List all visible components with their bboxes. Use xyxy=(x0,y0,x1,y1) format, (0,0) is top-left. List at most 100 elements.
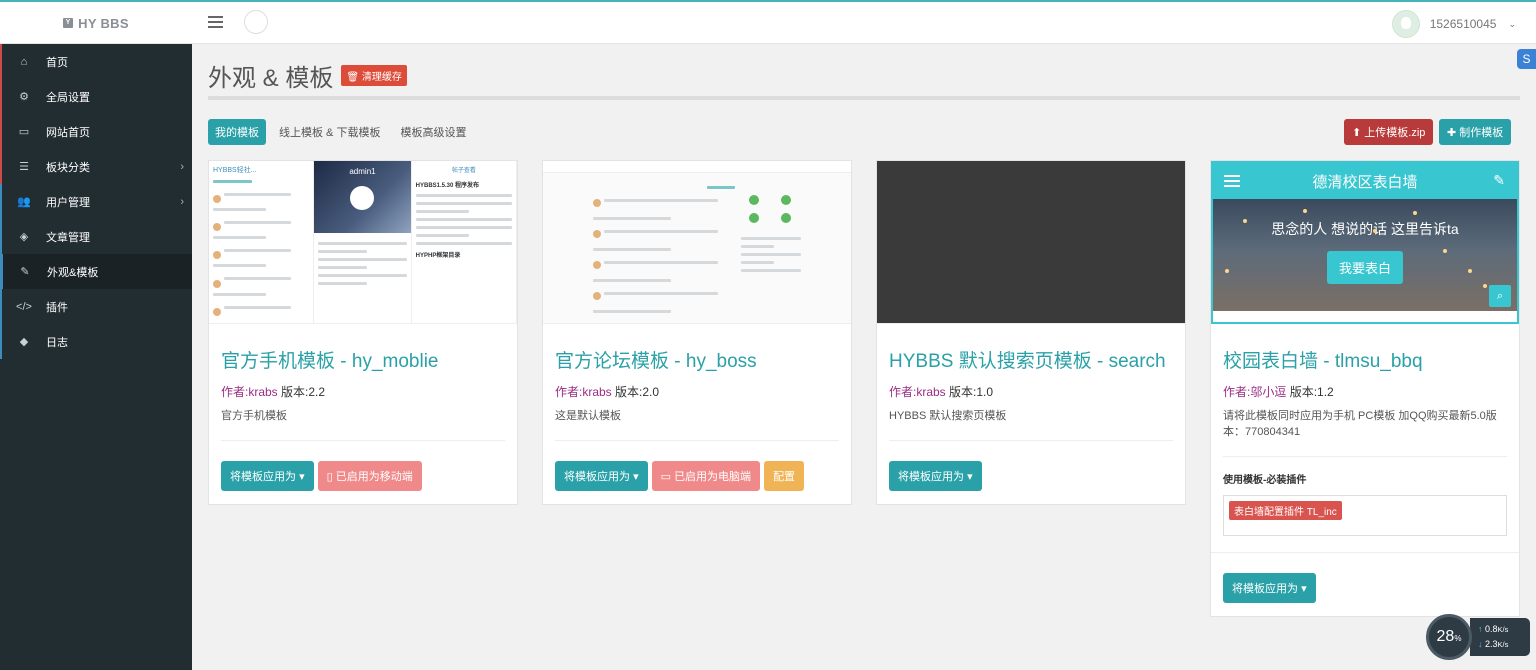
sidebar-item-label: 网站首页 xyxy=(46,126,90,139)
template-author: 作者:邬小逗 xyxy=(1223,385,1287,399)
template-thumbnail: HYBBS轻社... admin1 帖子查看 HYBBS1.5.30 程序发布 … xyxy=(209,161,517,324)
sidebar-item-categories[interactable]: ☰ 板块分类 › xyxy=(0,149,192,184)
chevron-down-icon: ⌄ xyxy=(1508,18,1516,29)
extension-badge-icon[interactable]: S xyxy=(1517,49,1536,69)
sidebar-item-articles[interactable]: ◈ 文章管理 xyxy=(0,219,192,254)
download-speed: 2.3 xyxy=(1485,639,1498,649)
chevron-right-icon: › xyxy=(180,160,184,173)
sidebar-item-home[interactable]: ⌂ 首页 xyxy=(0,44,192,79)
required-plugins-title: 使用模板-必装插件 xyxy=(1223,475,1307,486)
sidebar-item-users[interactable]: 👥 用户管理 › xyxy=(0,184,192,219)
template-card: 官方论坛模板 - hy_boss 作者:krabs 版本:2.0 这是默认模板 … xyxy=(542,160,852,505)
sidebar-item-site-home[interactable]: ▭ 网站首页 xyxy=(0,114,192,149)
speed-readout: ↑ 0.8K/s ↓ 2.3K/s xyxy=(1470,618,1530,656)
tab-advanced-settings[interactable]: 模板高级设置 xyxy=(393,119,473,145)
enabled-desktop-button[interactable]: ▭ 已启用为电脑端 xyxy=(651,461,761,491)
template-card: HYBBS轻社... admin1 帖子查看 HYBBS1.5.30 程序发布 … xyxy=(208,160,518,505)
home-icon: ⌂ xyxy=(20,55,28,68)
upload-template-button[interactable]: ⬆ 上传模板.zip xyxy=(1344,119,1434,145)
template-tabs: 我的模板 线上模板 & 下载模板 模板高级设置 xyxy=(208,119,473,145)
circle-button[interactable] xyxy=(244,10,268,34)
mock-user-name: admin1 xyxy=(349,167,376,176)
apply-template-button[interactable]: 将模板应用为 ▾ xyxy=(221,461,314,491)
cpu-percent: 28 xyxy=(1436,628,1455,645)
sidebar-item-logs[interactable]: ◆ 日志 xyxy=(0,324,192,359)
monitor-icon: ▭ xyxy=(18,126,30,138)
tags-icon: ◈ xyxy=(19,231,29,243)
template-description: 官方手机模板 xyxy=(221,408,505,441)
download-unit: K/s xyxy=(1497,640,1509,649)
template-title[interactable]: 官方论坛模板 - hy_boss xyxy=(555,346,839,373)
upload-unit: K/s xyxy=(1497,625,1509,634)
template-version: 版本:1.2 xyxy=(1289,385,1334,399)
edit-icon: ✎ xyxy=(1493,172,1505,188)
apply-template-label: 将模板应用为 xyxy=(898,471,964,483)
required-plugins-box: 表白墙配置插件 TL_inc xyxy=(1223,495,1507,536)
search-icon: ⌕ xyxy=(1489,285,1511,307)
brand-logo[interactable]: Y HY BBS xyxy=(0,2,192,44)
tab-my-templates[interactable]: 我的模板 xyxy=(208,119,266,145)
code-icon: </> xyxy=(16,300,32,313)
template-title[interactable]: 校园表白墙 - tlmsu_bbq xyxy=(1223,346,1507,373)
caret-down-icon: ▾ xyxy=(633,471,639,483)
sidebar-item-global-settings[interactable]: ⚙ 全局设置 xyxy=(0,79,192,114)
users-icon: 👥 xyxy=(17,196,31,208)
template-title[interactable]: 官方手机模板 - hy_moblie xyxy=(221,346,505,373)
apply-template-label: 将模板应用为 xyxy=(564,471,630,483)
template-version: 版本:2.2 xyxy=(281,385,326,399)
sidebar-item-appearance[interactable]: ✎ 外观&模板 xyxy=(0,254,192,289)
tab-online-templates[interactable]: 线上模板 & 下载模板 xyxy=(272,119,387,145)
template-card: HYBBS 默认搜索页模板 - search 作者:krabs 版本:1.0 H… xyxy=(876,160,1186,505)
download-arrow-icon: ↓ xyxy=(1478,639,1483,649)
monitor-icon: ▭ xyxy=(660,471,671,483)
menu-toggle-icon[interactable] xyxy=(208,16,223,29)
sidebar-item-plugins[interactable]: </> 插件 xyxy=(0,289,192,324)
upload-icon: ⬆ xyxy=(1352,127,1362,139)
status-label: 已启用为移动端 xyxy=(335,471,413,483)
template-thumbnail: 德清校区表白墙 ✎ 思念的人 想说的话 这里告诉ta 我要表白 ⌕ xyxy=(1211,161,1519,324)
sidebar-item-label: 外观&模板 xyxy=(47,266,99,279)
sidebar-item-label: 全局设置 xyxy=(46,91,90,104)
upload-speed: 0.8 xyxy=(1485,624,1498,634)
config-button[interactable]: 配置 xyxy=(764,461,805,491)
list-icon: ☰ xyxy=(19,161,29,173)
template-description: HYBBS 默认搜索页模板 xyxy=(889,408,1173,441)
upload-arrow-icon: ↑ xyxy=(1478,624,1483,634)
apply-template-button[interactable]: 将模板应用为 ▾ xyxy=(1223,573,1316,603)
mock-mobile-header: HYBBS轻社... xyxy=(213,167,257,174)
mock-right-title: 帖子查看 xyxy=(451,168,476,174)
mobile-icon: ▯ xyxy=(326,471,333,483)
header-divider xyxy=(208,96,1520,100)
mock-bottom-title: HYPHP框架目录 xyxy=(415,253,461,259)
caret-down-icon: ▾ xyxy=(299,471,305,483)
sidebar-item-label: 插件 xyxy=(46,301,68,314)
make-template-label: 制作模板 xyxy=(1459,127,1504,139)
brand-name: HY BBS xyxy=(78,15,129,31)
gear-icon: ⚙ xyxy=(19,91,29,103)
make-template-button[interactable]: ✚ 制作模板 xyxy=(1439,119,1512,145)
user-menu[interactable]: 1526510045 ⌄ xyxy=(1391,10,1516,38)
template-version: 版本:2.0 xyxy=(615,385,660,399)
cube-icon: ◆ xyxy=(19,336,29,348)
apply-template-label: 将模板应用为 xyxy=(1232,583,1298,595)
template-thumbnail xyxy=(877,161,1185,324)
apply-template-button[interactable]: 将模板应用为 ▾ xyxy=(889,461,982,491)
brush-icon: ✎ xyxy=(20,266,30,278)
plus-icon: ✚ xyxy=(1447,127,1457,139)
cpu-usage-circle[interactable]: 28% xyxy=(1426,614,1472,660)
apply-template-button[interactable]: 将模板应用为 ▾ xyxy=(555,461,648,491)
trash-icon: 🗑 xyxy=(346,72,360,83)
template-card: 德清校区表白墙 ✎ 思念的人 想说的话 这里告诉ta 我要表白 ⌕ 校园表白墙 … xyxy=(1210,160,1520,617)
sidebar-item-label: 文章管理 xyxy=(46,231,90,244)
template-author: 作者:krabs xyxy=(555,385,612,399)
clear-cache-button[interactable]: 🗑 清理缓存 xyxy=(341,65,407,86)
network-speed-widget: ↑ 0.8K/s ↓ 2.3K/s 28% xyxy=(1426,614,1530,660)
sidebar-item-label: 板块分类 xyxy=(46,161,90,174)
plugin-tag[interactable]: 表白墙配置插件 TL_inc xyxy=(1229,501,1342,520)
template-title[interactable]: HYBBS 默认搜索页模板 - search xyxy=(889,346,1173,373)
page-header: 外观 & 模板 🗑 清理缓存 xyxy=(208,58,407,93)
apply-template-label: 将模板应用为 xyxy=(230,471,296,483)
enabled-mobile-button[interactable]: ▯ 已启用为移动端 xyxy=(317,461,422,491)
page-title: 外观 & 模板 xyxy=(208,65,334,92)
upload-template-label: 上传模板.zip xyxy=(1364,127,1426,139)
